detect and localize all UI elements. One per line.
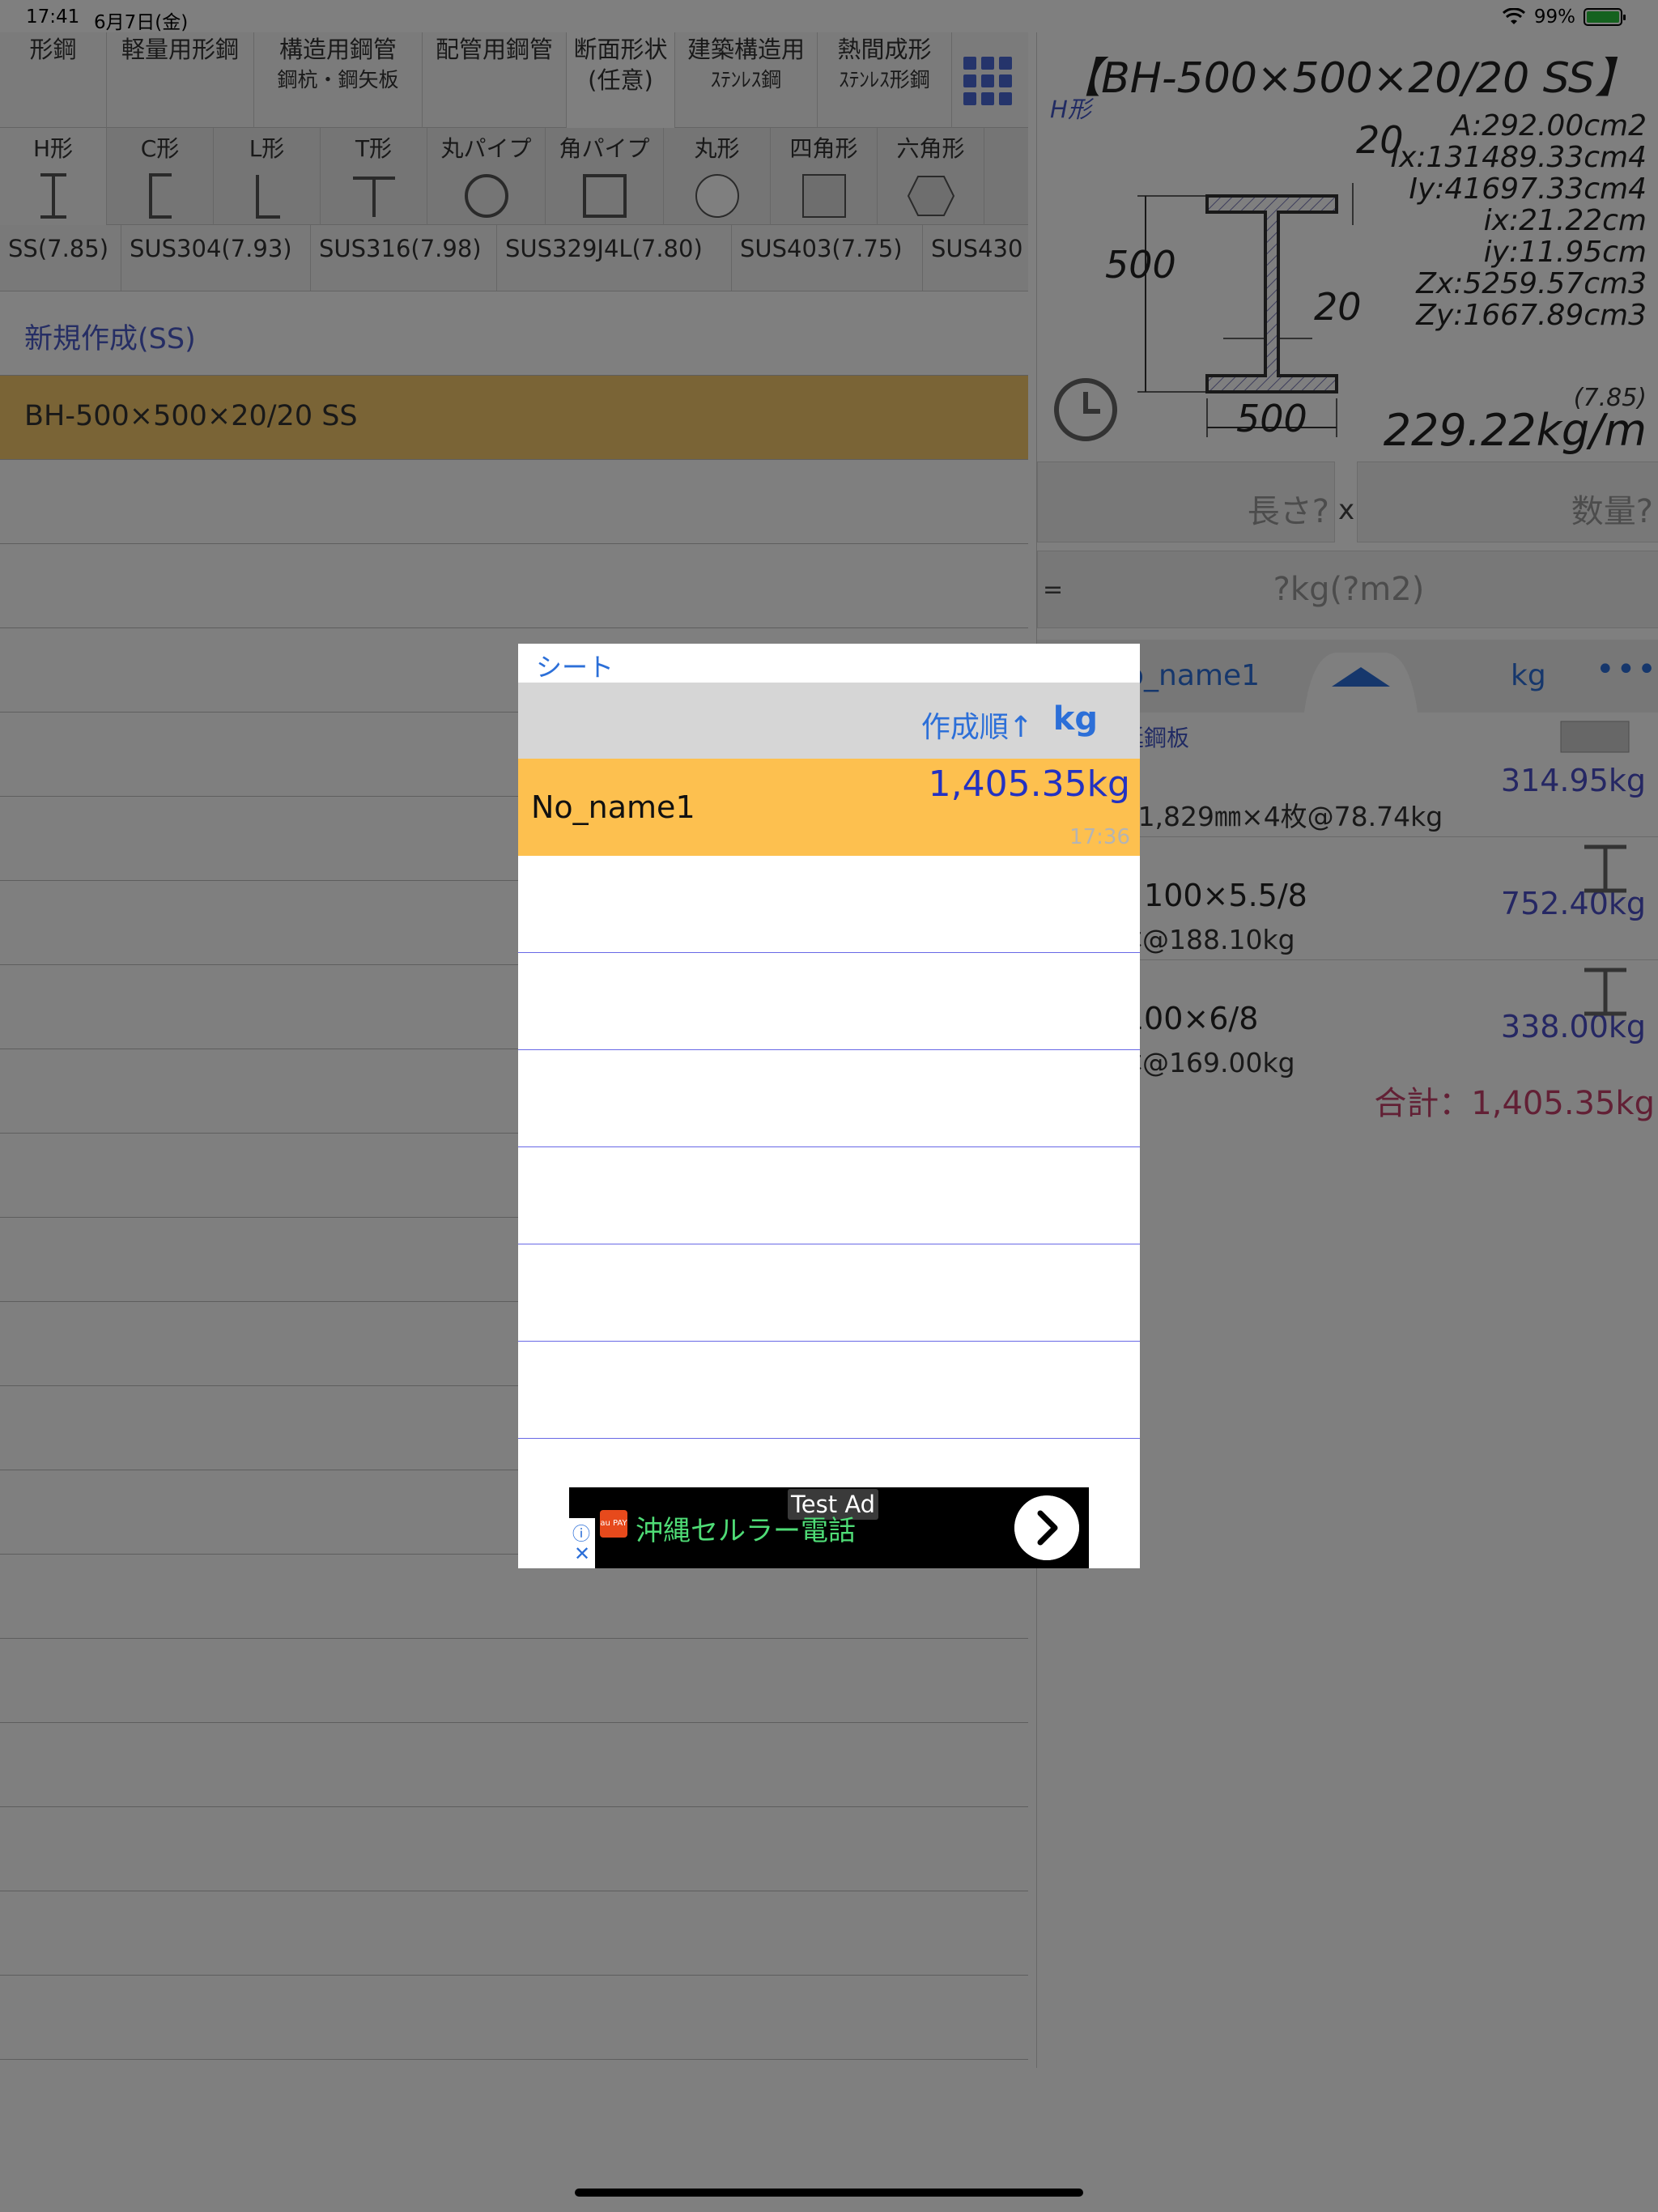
sort-order-button[interactable]: 作成順↑ (921, 704, 1033, 746)
chevron-right-icon[interactable] (1014, 1495, 1079, 1560)
unit-toggle-button[interactable]: kg (1053, 700, 1098, 738)
ad-banner[interactable]: Test Ad ⓘ ✕ au PAY 沖縄セルラー電話 (569, 1487, 1089, 1568)
popover-title: シート (536, 652, 614, 683)
sheet-list-popover: シート 作成順↑ kg No_name1 1,405.35kg 17:36 Te… (518, 644, 1140, 1568)
home-indicator (575, 2189, 1083, 2197)
sheet-row-name: No_name1 (531, 789, 695, 825)
sheet-row-empty (518, 1050, 1140, 1147)
sheet-row-empty (518, 856, 1140, 953)
ad-text: 沖縄セルラー電話 (636, 1515, 856, 1547)
sheet-row-empty (518, 1244, 1140, 1342)
sheet-row-weight: 1,405.35kg (928, 764, 1130, 805)
sheet-row-time: 17:36 (1069, 825, 1130, 849)
sheet-row-empty (518, 953, 1140, 1050)
sheet-row-empty (518, 1147, 1140, 1244)
popover-header: 作成順↑ kg (518, 683, 1140, 759)
sheet-row-empty (518, 1342, 1140, 1439)
ad-logo-icon: au PAY (600, 1510, 627, 1538)
sheet-row-selected[interactable]: No_name1 1,405.35kg 17:36 (518, 759, 1140, 856)
ad-info-panel[interactable]: ⓘ ✕ (569, 1518, 595, 1568)
close-icon[interactable]: ✕ (574, 1542, 590, 1565)
